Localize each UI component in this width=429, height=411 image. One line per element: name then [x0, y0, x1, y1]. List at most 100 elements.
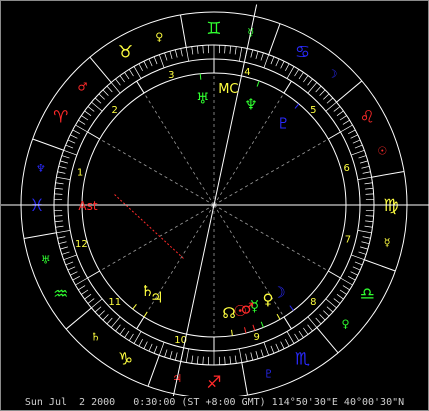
- zodiac-libra-icon: ♎: [360, 285, 375, 305]
- degree-tick: [185, 47, 189, 62]
- degree-tick: [119, 327, 125, 335]
- planet-marker: [294, 103, 300, 109]
- planet-marker: [243, 327, 247, 334]
- ruler-pisces-icon: ♆: [36, 162, 46, 175]
- degree-tick: [84, 294, 92, 300]
- degree-tick: [270, 345, 275, 354]
- house-number: 1: [77, 168, 83, 179]
- degree-tick: [303, 327, 309, 335]
- degree-tick: [174, 49, 178, 58]
- degree-tick: [255, 351, 259, 359]
- degree-tick: [348, 276, 356, 281]
- degree-tick: [67, 139, 76, 144]
- degree-tick: [81, 289, 89, 295]
- degree-tick: [333, 298, 341, 304]
- degree-tick: [307, 316, 318, 328]
- degree-tick: [307, 324, 313, 332]
- degree-tick: [326, 97, 334, 104]
- degree-tick: [315, 85, 322, 93]
- planet-pluto-icon: ♇: [277, 114, 290, 132]
- degree-tick: [55, 182, 64, 185]
- degree-tick: [54, 215, 63, 217]
- degree-tick: [57, 171, 66, 174]
- degree-tick: [270, 56, 275, 65]
- degree-tick: [169, 351, 173, 359]
- degree-tick: [91, 298, 103, 309]
- degree-tick: [224, 356, 226, 365]
- degree-tick: [78, 119, 86, 125]
- planet-marker: [199, 73, 202, 80]
- degree-tick: [102, 314, 109, 321]
- degree-tick: [98, 310, 105, 317]
- degree-tick: [364, 225, 373, 228]
- house-axis: [99, 204, 215, 272]
- degree-tick: [239, 348, 243, 363]
- degree-tick: [357, 176, 372, 180]
- degree-tick: [348, 129, 356, 134]
- degree-tick: [245, 353, 248, 362]
- degree-tick: [263, 342, 270, 356]
- degree-tick: [333, 106, 341, 112]
- ruler-scorpio-icon: ♇: [264, 367, 274, 380]
- ruler-aquarius-icon: ♅: [41, 254, 51, 267]
- status-bar: Sun Jul 2 2000 0:30:00 (ST +8:00 GMT) 11…: [24, 397, 405, 408]
- sign-boundary: [364, 259, 396, 272]
- degree-tick: [336, 294, 344, 300]
- sign-boundary: [241, 362, 249, 396]
- degree-tick: [124, 330, 130, 338]
- house-axis: [213, 204, 329, 272]
- degree-tick: [294, 69, 300, 77]
- degree-tick: [106, 317, 113, 325]
- degree-tick: [119, 75, 125, 83]
- zodiac-virgo-icon: ♍: [383, 196, 398, 216]
- planet-moon-icon: ☽: [272, 283, 285, 301]
- degree-tick: [336, 110, 344, 116]
- zodiac-pisces-icon: ♓: [29, 196, 44, 216]
- degree-tick: [350, 134, 358, 139]
- ruler-taurus-icon: ♀: [155, 31, 163, 44]
- degree-tick: [133, 331, 142, 344]
- degree-tick: [115, 78, 121, 86]
- degree-tick: [286, 66, 295, 79]
- sign-boundary: [147, 355, 160, 387]
- zodiac-leo-icon: ♌: [360, 108, 375, 128]
- zodiac-aries-icon: ♈: [53, 108, 68, 128]
- degree-tick: [365, 215, 374, 217]
- degree-tick: [60, 160, 68, 164]
- degree-tick: [72, 129, 80, 134]
- degree-tick: [340, 277, 353, 286]
- house-axis: [99, 138, 215, 206]
- degree-tick: [354, 261, 363, 266]
- degree-tick: [143, 61, 148, 69]
- degree-tick: [128, 333, 134, 341]
- house-number: 6: [343, 163, 349, 174]
- degree-tick: [224, 45, 226, 54]
- planet-venus-icon: ♀: [263, 291, 274, 309]
- planet-saturn-icon: ♄: [141, 282, 154, 300]
- degree-tick: [87, 298, 95, 304]
- degree-tick: [298, 330, 304, 338]
- degree-tick: [174, 352, 178, 361]
- degree-tick: [342, 119, 350, 125]
- degree-tick: [94, 306, 102, 313]
- degree-tick: [84, 110, 92, 116]
- sign-boundary: [268, 23, 281, 55]
- house-cusp: [283, 316, 292, 330]
- degree-tick: [323, 93, 330, 100]
- degree-tick: [361, 241, 370, 245]
- degree-tick: [153, 345, 158, 354]
- degree-tick: [250, 49, 254, 58]
- chart-frame: ♈♂♉♀♊☿♋☽♌☉♍☿♎♀♏♇♐♃♑♄♒♅♓♆123456789101112A…: [0, 0, 429, 411]
- degree-tick: [143, 341, 148, 349]
- degree-tick: [87, 106, 95, 112]
- degree-tick: [202, 356, 204, 365]
- degree-tick: [360, 160, 368, 164]
- degree-tick: [98, 93, 105, 100]
- planet-marker: [289, 305, 294, 311]
- ruler-capricorn-icon: ♄: [91, 331, 101, 344]
- degree-tick: [60, 246, 68, 250]
- planet-marker: [252, 324, 256, 331]
- degree-tick: [65, 261, 74, 266]
- degree-tick: [191, 46, 194, 55]
- sign-boundary: [89, 56, 112, 83]
